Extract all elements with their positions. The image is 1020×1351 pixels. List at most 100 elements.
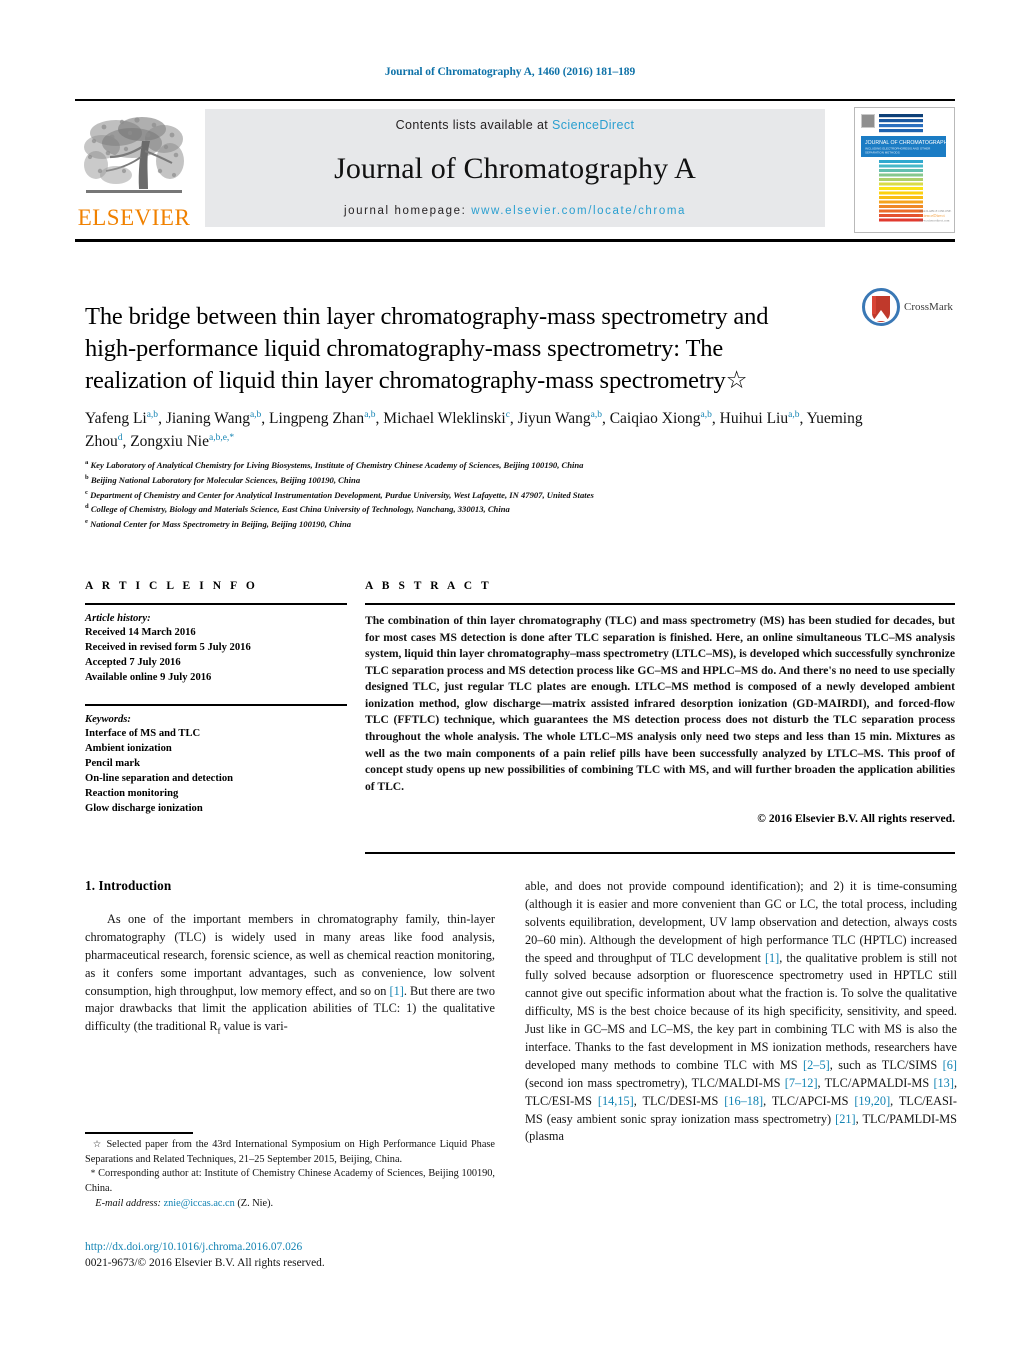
affiliation-item: e National Center for Mass Spectrometry … xyxy=(85,517,955,532)
intro-right-d: (second ion mass spectrometry), TLC/MALD… xyxy=(525,1075,785,1090)
footnote-symposium: ☆ Selected paper from the 43rd Internati… xyxy=(85,1138,495,1167)
intro-right-b: , the qualitative problem is still not f… xyxy=(525,950,957,1072)
abstract-column: A B S T R A C T The combination of thin … xyxy=(365,580,955,825)
abstract-rule xyxy=(365,603,955,605)
abstract-heading: A B S T R A C T xyxy=(365,580,492,592)
elsevier-logo: ELSEVIER xyxy=(75,107,193,229)
journal-title: Journal of Chromatography A xyxy=(334,151,696,185)
affiliation-text: National Center for Mass Spectrometry in… xyxy=(90,519,352,530)
affiliation-text: College of Chemistry, Biology and Materi… xyxy=(90,504,510,515)
affiliation-mark: b xyxy=(85,473,89,481)
intro-left-column: 1. Introduction As one of the important … xyxy=(85,878,495,1036)
doi-link[interactable]: http://dx.doi.org/10.1016/j.chroma.2016.… xyxy=(85,1240,515,1256)
keyword-item: Reaction monitoring xyxy=(85,788,179,800)
corresponding-author-marker: * xyxy=(229,433,235,444)
article-history-online: Available online 9 July 2016 xyxy=(85,672,212,684)
citation-ref-19-20[interactable]: [19,20] xyxy=(854,1094,890,1108)
homepage-url-link[interactable]: www.elsevier.com/locate/chroma xyxy=(471,205,686,217)
citation-ref-21[interactable]: [21] xyxy=(835,1112,856,1126)
affiliation-mark: c xyxy=(85,488,88,496)
homepage-prefix: journal homepage: xyxy=(343,205,472,217)
affiliation-list: a Key Laboratory of Analytical Chemistry… xyxy=(85,458,955,532)
keywords-rule xyxy=(85,704,347,707)
citation-ref-1b[interactable]: [1] xyxy=(765,951,779,965)
article-info-rule xyxy=(85,603,347,605)
cover-artwork: JOURNAL OF CHROMATOGRAPHY A INCLUDING EL… xyxy=(855,108,954,230)
article-history-accepted: Accepted 7 July 2016 xyxy=(85,657,181,669)
intro-right-column: able, and does not provide compound iden… xyxy=(525,878,957,1146)
affiliation-item: d College of Chemistry, Biology and Mate… xyxy=(85,502,955,517)
crossmark-label: CrossMark xyxy=(904,301,953,313)
footnote-separator-rule xyxy=(85,1132,193,1134)
contents-prefix: Contents lists available at xyxy=(395,118,553,132)
journal-homepage-line: journal homepage: www.elsevier.com/locat… xyxy=(344,205,686,217)
crossmark-badge[interactable]: CrossMark xyxy=(862,286,958,328)
author-sup: a,b xyxy=(249,409,262,420)
affiliation-mark: e xyxy=(85,518,88,526)
author-sup: c xyxy=(505,409,510,420)
author-sup: d xyxy=(117,433,123,444)
citation-ref-16-18[interactable]: [16–18] xyxy=(724,1094,763,1108)
crossmark-icon xyxy=(862,288,900,326)
svg-text:www.sciencedirect.com: www.sciencedirect.com xyxy=(919,219,950,223)
citation-ref-6[interactable]: [6] xyxy=(943,1058,957,1072)
svg-text:ScienceDirect: ScienceDirect xyxy=(919,213,945,218)
email-address-label: E-mail address: xyxy=(95,1197,161,1209)
citation-ref-2-5[interactable]: [2–5] xyxy=(803,1058,830,1072)
email-owner: (Z. Nie). xyxy=(237,1197,274,1209)
affiliation-text: Key Laboratory of Analytical Chemistry f… xyxy=(90,460,584,470)
affiliation-mark: d xyxy=(85,503,89,511)
citation-ref-13[interactable]: [13] xyxy=(933,1076,954,1090)
affiliation-mark: a xyxy=(85,459,89,467)
svg-text:JOURNAL OF CHROMATOGRAPHY A: JOURNAL OF CHROMATOGRAPHY A xyxy=(865,140,952,146)
footnote-block: ☆ Selected paper from the 43rd Internati… xyxy=(85,1138,495,1212)
keyword-item: Glow discharge ionization xyxy=(85,803,203,815)
intro-right-h: , TLC/APCI-MS xyxy=(763,1093,855,1108)
paper-title: The bridge between thin layer chromatogr… xyxy=(85,301,825,397)
abstract-body: The combination of thin layer chromatogr… xyxy=(365,614,955,793)
keywords-heading: Keywords: xyxy=(85,714,131,726)
running-head-citation: Journal of Chromatography A, 1460 (2016)… xyxy=(384,66,636,78)
elsevier-tree-icon xyxy=(84,117,184,193)
author-sup: a,b,e,* xyxy=(209,433,235,444)
email-address-link[interactable]: znie@iccas.ac.cn xyxy=(164,1198,235,1209)
keyword-item: Interface of MS and TLC xyxy=(85,728,201,740)
title-footnote-mark: ☆ xyxy=(725,367,748,395)
sciencedirect-link[interactable]: ScienceDirect xyxy=(552,118,634,132)
section-title-introduction: 1. Introduction xyxy=(85,878,172,893)
intro-paragraph-left: As one of the important members in chrom… xyxy=(85,911,495,1036)
affiliation-text: Beijing National Laboratory for Molecula… xyxy=(90,474,361,485)
article-history-revised: Received in revised form 5 July 2016 xyxy=(85,642,251,654)
journal-cover-thumbnail: JOURNAL OF CHROMATOGRAPHY A INCLUDING EL… xyxy=(854,107,955,233)
svg-text:SEPARATION METHODS: SEPARATION METHODS xyxy=(865,151,900,155)
issn-copyright-line: 0021-9673/© 2016 Elsevier B.V. All right… xyxy=(85,1256,325,1269)
elsevier-wordmark: ELSEVIER xyxy=(77,205,191,230)
footnote-star-mark: ☆ xyxy=(92,1140,103,1150)
affiliation-item: a Key Laboratory of Analytical Chemistry… xyxy=(85,458,955,473)
citation-ref-1[interactable]: [1] xyxy=(389,984,403,998)
intro-paragraph-right: able, and does not provide compound iden… xyxy=(525,878,957,1146)
intro-right-g: , TLC/DESI-MS xyxy=(633,1093,725,1108)
article-history-received: Received 14 March 2016 xyxy=(85,627,196,638)
keyword-item: On-line separation and detection xyxy=(85,773,234,785)
affiliation-text: Department of Chemistry and Center for A… xyxy=(90,489,594,500)
intro-right-e: , TLC/APMALDI-MS xyxy=(817,1075,934,1090)
abstract-copyright: © 2016 Elsevier B.V. All rights reserved… xyxy=(757,812,955,826)
author-sup: a,b xyxy=(364,409,376,420)
keyword-item: Pencil mark xyxy=(85,758,141,770)
journal-masthead: ELSEVIER Contents lists available at Sci… xyxy=(75,99,955,237)
author-sup: a,b xyxy=(590,409,602,420)
article-info-column: A R T I C L E I N F O Article history: R… xyxy=(85,580,347,816)
doi-block: http://dx.doi.org/10.1016/j.chroma.2016.… xyxy=(85,1240,515,1271)
citation-ref-7-12[interactable]: [7–12] xyxy=(785,1076,818,1090)
author-sup: a,b xyxy=(700,409,712,420)
footnote-star-text: Selected paper from the 43rd Internation… xyxy=(85,1139,495,1165)
keyword-item: Ambient ionization xyxy=(85,743,172,755)
citation-ref-14-15[interactable]: [14,15] xyxy=(598,1094,634,1108)
contents-band: Contents lists available at ScienceDirec… xyxy=(205,109,825,227)
paper-title-text: The bridge between thin layer chromatogr… xyxy=(85,303,769,395)
intro-right-c: , such as TLC/SIMS xyxy=(829,1057,943,1072)
author-sup: a,b xyxy=(146,409,159,420)
intro-text-c: value is vari- xyxy=(220,1019,288,1034)
author-list: Yafeng Lia,b, Jianing Wanga,b, Lingpeng … xyxy=(85,409,863,451)
